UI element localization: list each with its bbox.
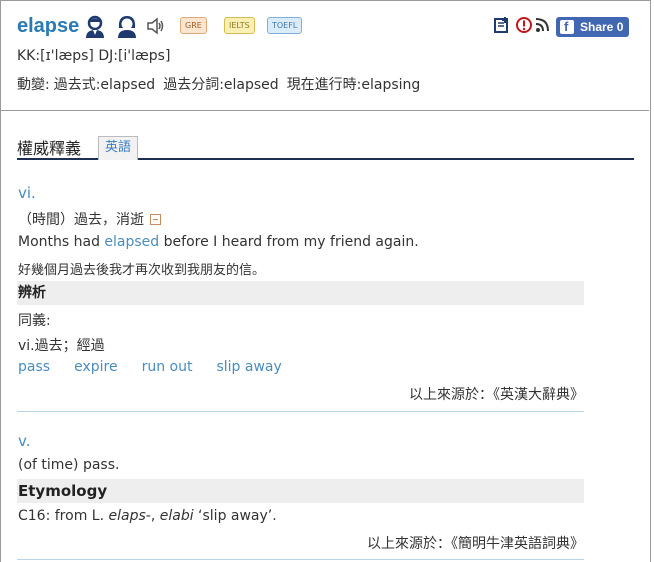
divider [17, 559, 584, 560]
etymology-text: C16: from L. elaps-, elabi ‘slip away’. [18, 508, 277, 524]
analysis-heading: 辨析 [17, 281, 584, 305]
facebook-share-button[interactable]: f Share 0 [556, 17, 629, 37]
report-error-icon[interactable] [515, 16, 533, 34]
facebook-icon: f [560, 19, 574, 34]
synonym-link[interactable]: run out [142, 359, 193, 375]
synonym-link[interactable]: slip away [216, 359, 281, 375]
toefl-tag: TOEFL [267, 17, 303, 34]
us-pronunciation-icon[interactable] [84, 15, 106, 39]
synonym-sense: vi.過去；經過 [18, 338, 105, 354]
part-of-speech: vi. [18, 184, 36, 202]
verb-forms: 動變: 過去式:elapsed 過去分詞:elapsed 現在進行時:elapsing [17, 74, 428, 94]
definition-tabs: 權威釋義 英語 [17, 133, 634, 160]
ielts-tag: IELTS [224, 17, 255, 34]
share-label: Share [580, 20, 614, 34]
source-citation: 以上來源於：《英漢大辭典》 [409, 387, 584, 403]
synonym-label: 同義: [18, 313, 51, 329]
collapse-icon[interactable] [150, 214, 161, 225]
example-sentence: Months had elapsed before I heard from m… [18, 234, 419, 250]
forms-label: 動變: [17, 77, 50, 93]
synonym-list: pass expire run out slip away [18, 359, 306, 375]
add-to-wordbook-icon[interactable] [493, 16, 511, 34]
source-citation: 以上來源於：《簡明牛津英語詞典》 [367, 536, 584, 552]
sense-definition: (of time) pass. [18, 457, 120, 473]
form-past: 過去式:elapsed [53, 77, 156, 93]
form-present-participle: 現在進行時:elapsing [286, 77, 421, 93]
tab-authoritative-definition[interactable]: 權威釋義 [17, 135, 81, 159]
divider [17, 411, 584, 412]
share-count: 0 [616, 20, 624, 34]
word-header: elapse GRE IELTS TOEFL f Share 0 KK:[ɪ'l… [0, 0, 649, 111]
uk-pronunciation-icon[interactable] [116, 15, 138, 39]
gre-tag: GRE [180, 17, 207, 34]
headword: elapse [17, 15, 80, 37]
etymology-heading: Etymology [17, 479, 584, 503]
sense-definition: （時間）過去，消逝 [18, 209, 161, 229]
tab-english[interactable]: 英語 [98, 136, 139, 160]
part-of-speech: v. [18, 432, 31, 450]
phonetic: KK:[ɪ'læps] DJ:[i'læps] [17, 48, 171, 64]
example-translation: 好幾個月過去後我才再次收到我朋友的信。 [18, 263, 266, 278]
synonym-link[interactable]: pass [18, 359, 50, 375]
example-highlight-word[interactable]: elapsed [104, 234, 159, 250]
synonym-link[interactable]: expire [74, 359, 118, 375]
form-past-participle: 過去分詞:elapsed [163, 77, 279, 93]
rss-icon[interactable] [535, 16, 551, 34]
speaker-icon[interactable] [146, 17, 166, 35]
